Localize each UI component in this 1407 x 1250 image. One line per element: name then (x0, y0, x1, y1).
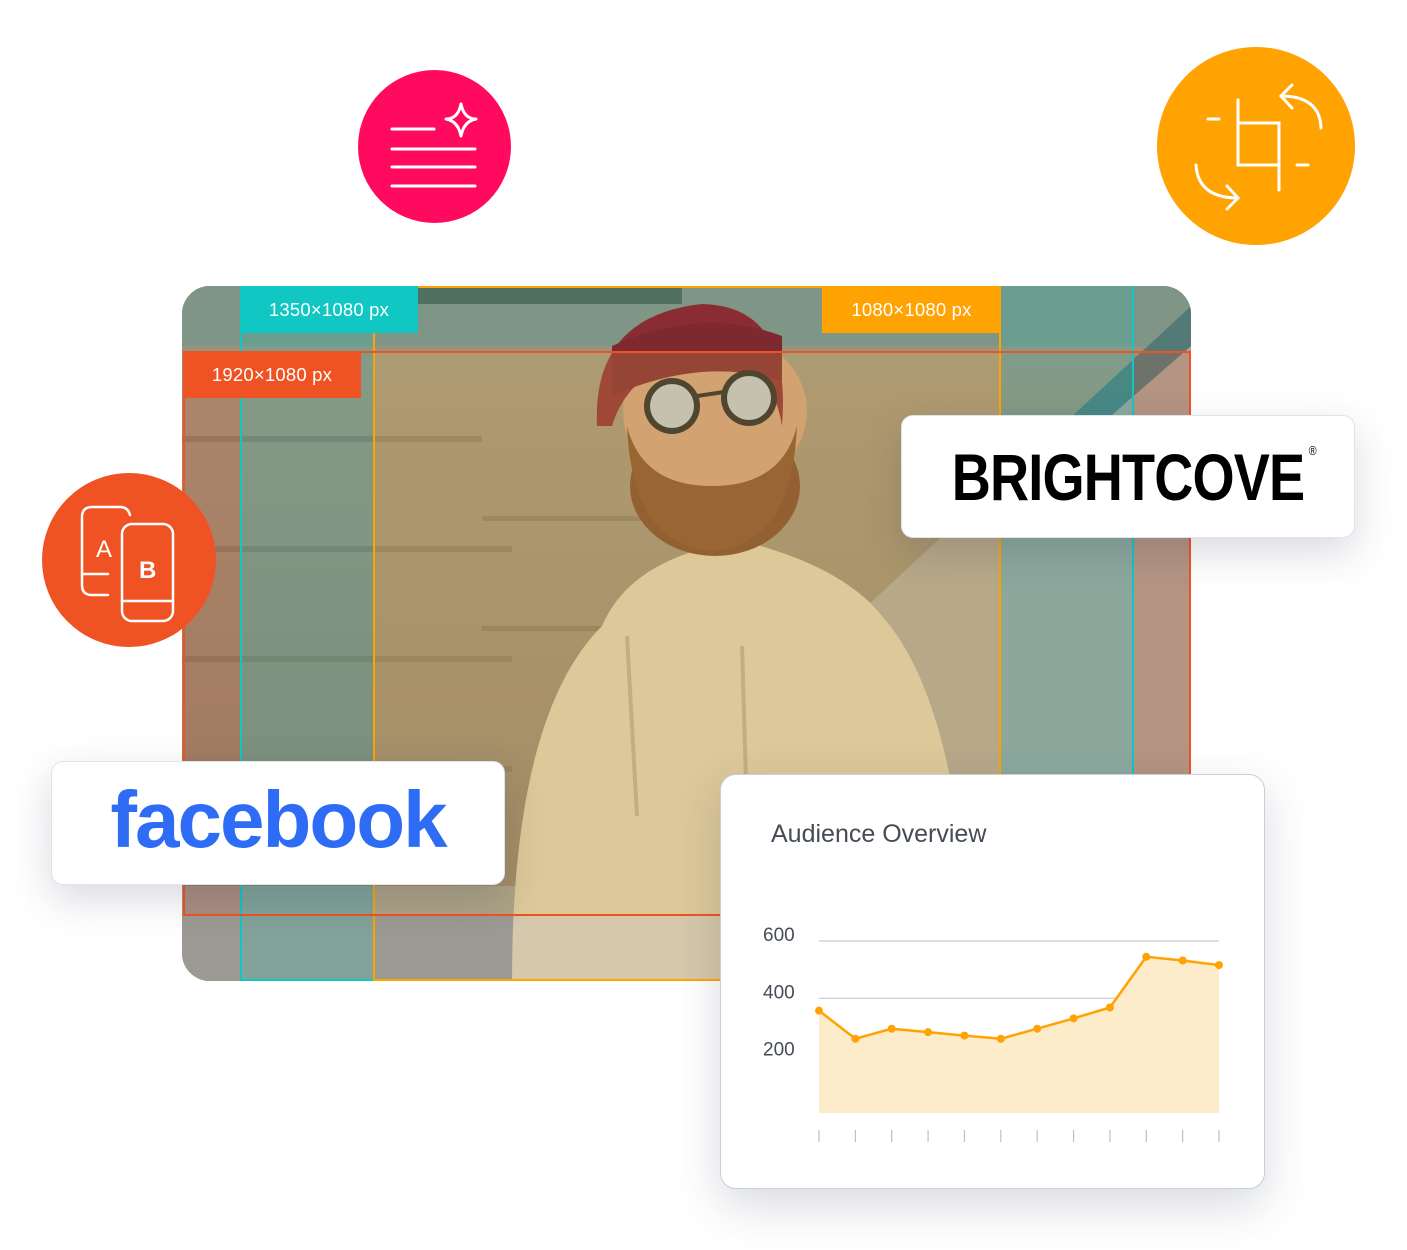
data-point[interactable] (1033, 1024, 1042, 1033)
facebook-logo-card: facebook (51, 761, 505, 885)
data-point[interactable] (1069, 1014, 1078, 1023)
ai-text-badge (358, 70, 511, 223)
size-label-1080x1080: 1080×1080 px (822, 286, 1001, 333)
brightcove-logo: BRIGHTCOVE ® (951, 439, 1317, 515)
data-point[interactable] (887, 1024, 896, 1033)
data-point[interactable] (1178, 956, 1187, 965)
brightcove-wordmark: BRIGHTCOVE (951, 439, 1305, 514)
size-label-1350x1080: 1350×1080 px (240, 286, 418, 333)
data-point[interactable] (960, 1031, 969, 1040)
data-point[interactable] (815, 1006, 823, 1015)
data-point[interactable] (1105, 1003, 1114, 1012)
audience-overview-card: Audience Overview 200 400 600 (720, 774, 1265, 1189)
ab-test-icon: A B (80, 505, 175, 623)
data-point[interactable] (1142, 952, 1151, 961)
data-point[interactable] (996, 1034, 1005, 1043)
registered-mark: ® (1308, 442, 1317, 458)
crop-rotate-badge (1157, 47, 1355, 245)
y-tick-label: 600 (763, 925, 795, 946)
y-tick-label: 400 (763, 982, 795, 1003)
data-point[interactable] (924, 1028, 933, 1037)
brightcove-logo-card: BRIGHTCOVE ® (901, 415, 1355, 538)
ai-text-sparkle-icon (390, 102, 478, 188)
ab-test-badge: A B (42, 473, 216, 647)
ab-letter-a: A (96, 536, 112, 563)
ab-letter-b: B (139, 557, 156, 584)
data-point[interactable] (851, 1034, 860, 1043)
y-tick-label: 200 (763, 1040, 795, 1061)
size-label-1920x1080: 1920×1080 px (183, 351, 361, 398)
facebook-logo: facebook (110, 775, 447, 864)
audience-chart: 200 400 600 (763, 925, 1223, 1142)
data-point[interactable] (1215, 961, 1223, 970)
crop-rotate-icon (1194, 83, 1323, 211)
